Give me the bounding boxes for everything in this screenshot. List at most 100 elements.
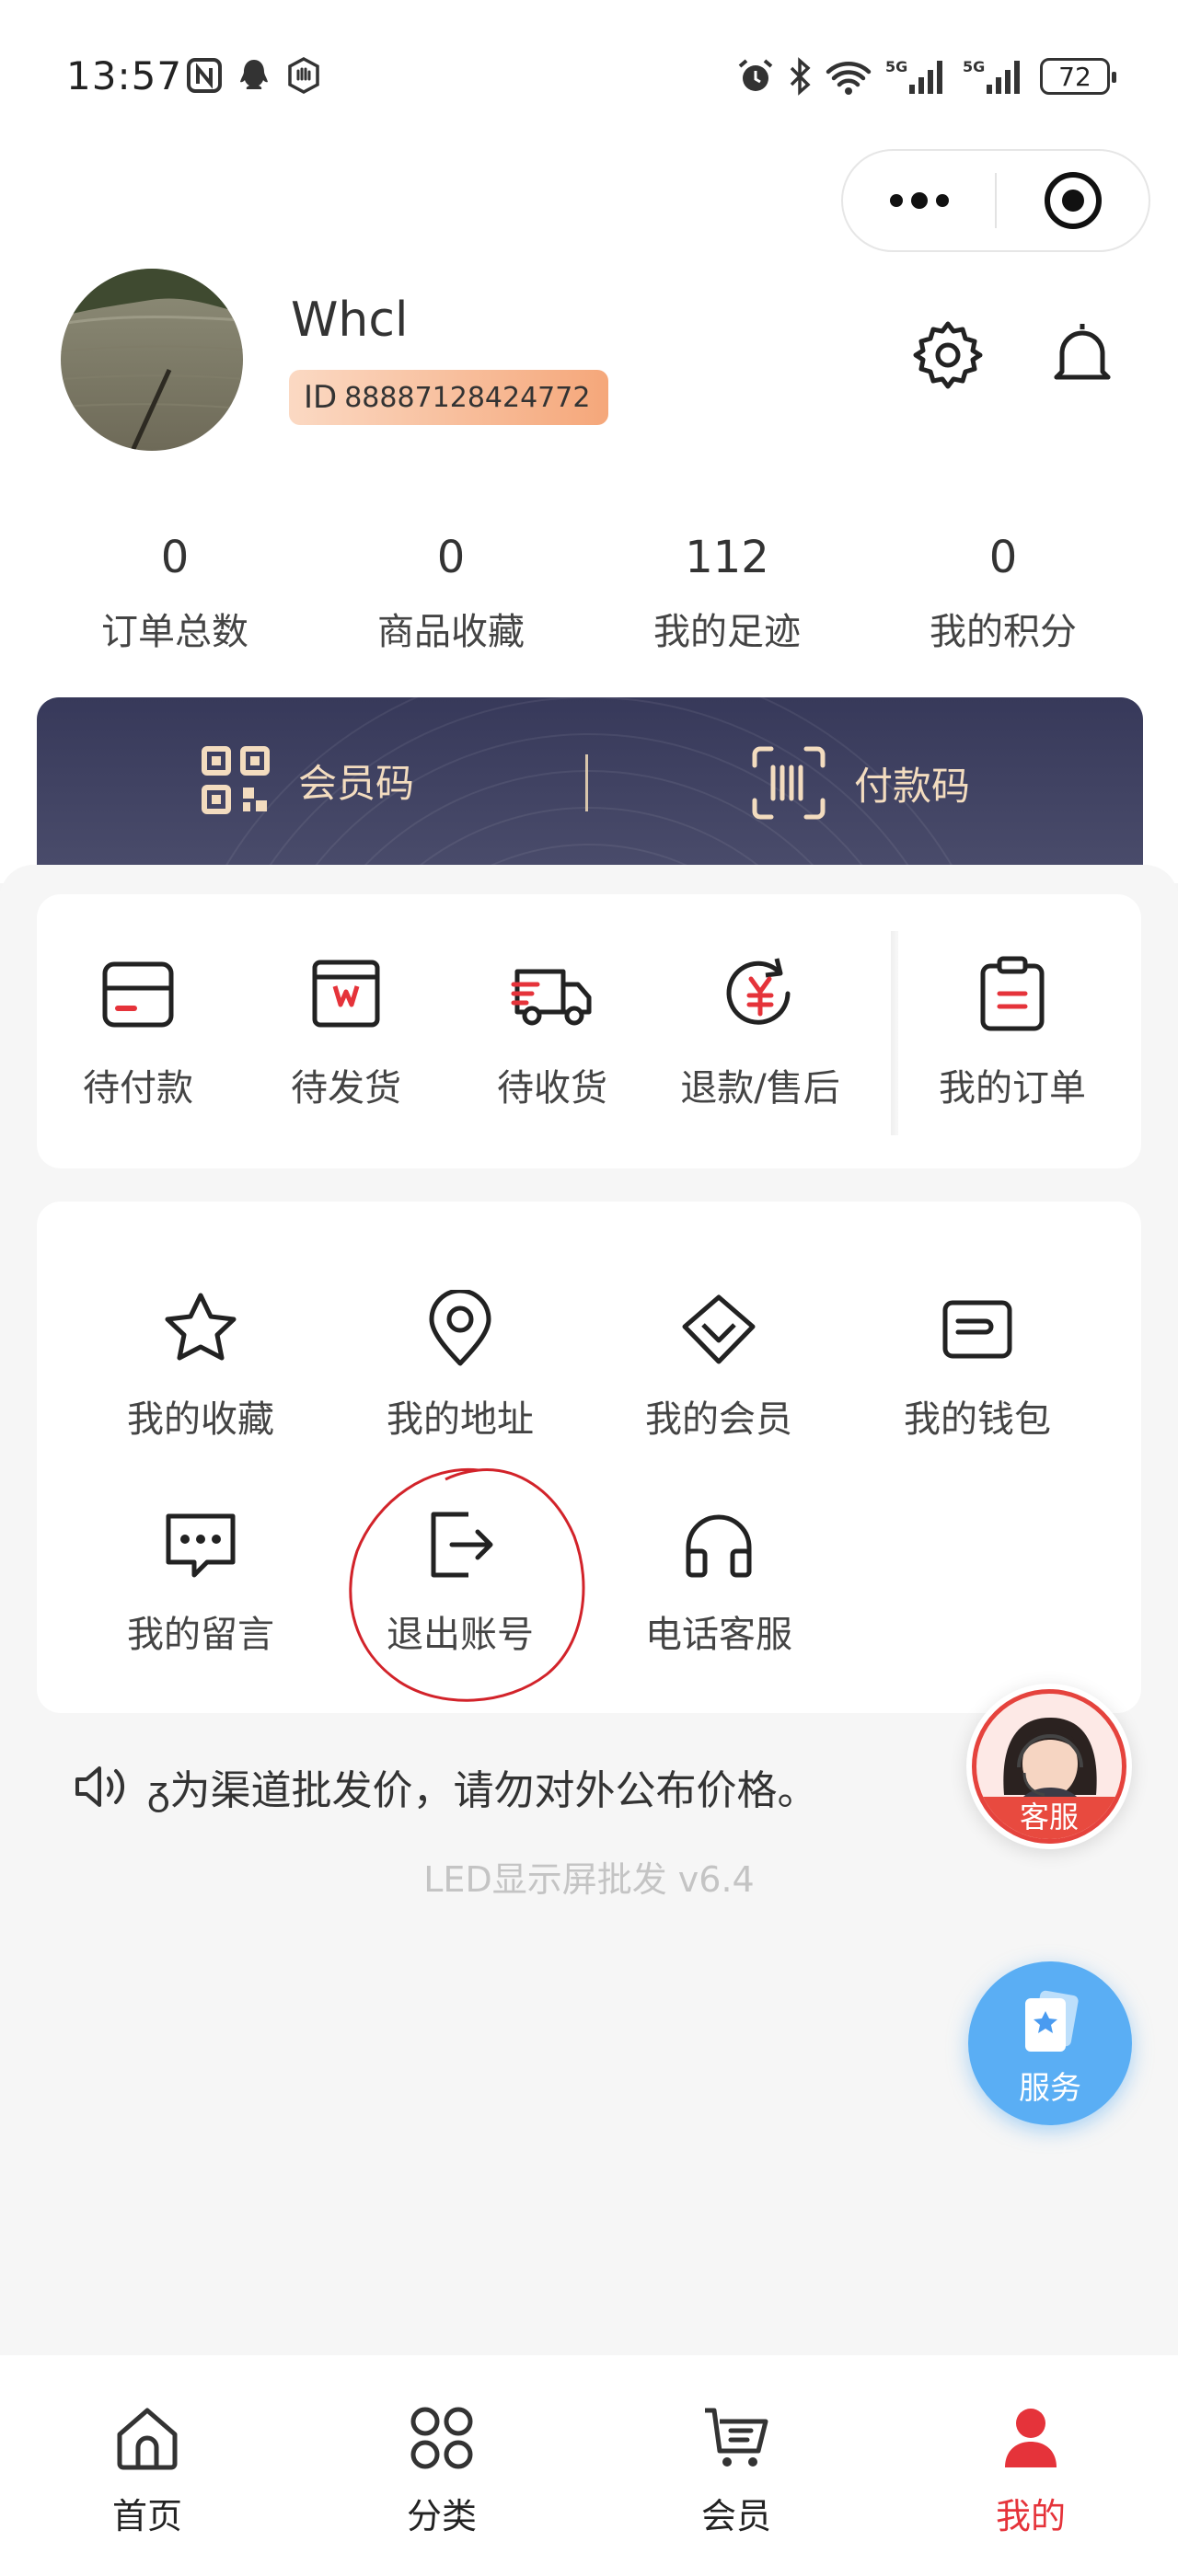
stat-label: 我的足迹 xyxy=(653,611,801,653)
status-bar: 13:57 5G 5G 72 xyxy=(0,0,1178,156)
stat-favorites[interactable]: 0 商品收藏 xyxy=(313,521,589,655)
order-refund-aftersale[interactable]: 退款/售后 xyxy=(659,951,861,1111)
nav-member[interactable]: 会员 xyxy=(644,2403,828,2538)
star-icon xyxy=(165,1293,237,1361)
member-code-label: 会员码 xyxy=(298,760,415,806)
more-dots-icon xyxy=(889,192,949,209)
message-icon xyxy=(166,1513,236,1578)
service-label: 我的地址 xyxy=(387,1398,534,1441)
svg-text:5G: 5G xyxy=(963,58,985,75)
app-version: LED显示屏批发 v6.4 xyxy=(423,1859,755,1900)
annotation-circle xyxy=(349,1467,585,1702)
svg-text:5G: 5G xyxy=(885,58,907,75)
bell-icon[interactable] xyxy=(1045,318,1119,392)
pay-code-label: 付款码 xyxy=(854,763,971,809)
stat-value: 0 xyxy=(160,532,190,583)
id-label: ID xyxy=(304,379,338,416)
signal-5g-icon-2: 5G xyxy=(963,58,1020,94)
nav-label: 我的 xyxy=(995,2496,1066,2536)
username: Whcl xyxy=(291,293,409,348)
service-float-label: 服务 xyxy=(1019,2070,1081,2107)
order-label: 我的订单 xyxy=(939,1067,1086,1110)
service-messages[interactable]: 我的留言 xyxy=(90,1505,311,1658)
battery-indicator: 72 xyxy=(1040,58,1116,95)
stat-value: 112 xyxy=(685,532,769,583)
nav-label: 分类 xyxy=(406,2496,477,2536)
service-address[interactable]: 我的地址 xyxy=(350,1290,571,1443)
order-status-card: 待付款 待发货 待收货 退款/售后 我的订单 xyxy=(37,894,1141,1168)
barcode-scan-icon xyxy=(752,746,826,820)
bottom-navigation: 首页 分类 会员 我的 xyxy=(0,2355,1178,2576)
stat-points[interactable]: 0 我的积分 xyxy=(865,521,1141,655)
member-card: 会员码 付款码 xyxy=(37,697,1143,881)
member-card-divider xyxy=(585,754,588,811)
order-label: 待收货 xyxy=(497,1067,607,1110)
status-right-icons: 5G 5G 72 xyxy=(736,57,1116,96)
signal-5g-icon: 5G xyxy=(885,58,942,94)
user-id-badge: ID 88887128424772 xyxy=(289,370,609,425)
nfc-icon xyxy=(187,58,222,93)
stat-value: 0 xyxy=(988,532,1018,583)
grid-icon xyxy=(410,2407,473,2469)
service-phone-support[interactable]: 电话客服 xyxy=(608,1505,829,1658)
stat-label: 我的积分 xyxy=(930,611,1077,653)
avatar[interactable] xyxy=(61,269,243,451)
clipboard-icon xyxy=(980,956,1045,1031)
notice-bar: ᵹ为渠道批发价，请勿对外公布价格。 xyxy=(74,1757,818,1816)
more-menu-button[interactable] xyxy=(843,151,995,250)
service-label: 我的收藏 xyxy=(127,1398,274,1441)
service-label: 我的会员 xyxy=(645,1398,792,1441)
nav-label: 会员 xyxy=(700,2496,771,2536)
speaker-icon xyxy=(75,1766,125,1807)
cart-icon xyxy=(705,2408,768,2467)
user-icon xyxy=(1005,2409,1057,2467)
order-pending-shipment[interactable]: 待发货 xyxy=(245,951,447,1111)
customer-service-label: 客服 xyxy=(976,1797,1122,1839)
stat-label: 订单总数 xyxy=(101,611,248,653)
service-label: 电话客服 xyxy=(645,1614,792,1656)
service-float-button[interactable]: 服务 xyxy=(968,1961,1132,2125)
order-label: 待发货 xyxy=(291,1067,401,1110)
location-pin-icon xyxy=(429,1290,491,1366)
customer-service-float-button[interactable]: 客服 xyxy=(966,1684,1132,1849)
package-box-icon xyxy=(312,960,380,1028)
member-code-button[interactable]: 会员码 xyxy=(201,745,414,815)
pay-code-button[interactable]: 付款码 xyxy=(751,745,970,821)
nav-home[interactable]: 首页 xyxy=(55,2403,239,2538)
service-membership[interactable]: 我的会员 xyxy=(608,1290,829,1443)
truck-icon xyxy=(511,969,592,1026)
wallet-card-icon xyxy=(102,961,174,1028)
hand-shield-icon xyxy=(288,57,319,94)
order-divider xyxy=(891,931,898,1135)
nav-mine[interactable]: 我的 xyxy=(939,2403,1123,2538)
customer-service-avatar: 客服 xyxy=(972,1689,1126,1844)
status-time: 13:57 xyxy=(66,53,183,98)
wifi-icon xyxy=(826,62,872,95)
order-label: 退款/售后 xyxy=(680,1067,840,1110)
my-orders-button[interactable]: 我的订单 xyxy=(911,951,1114,1111)
alarm-icon xyxy=(738,59,773,91)
nav-label: 首页 xyxy=(111,2496,182,2536)
qq-icon xyxy=(240,60,268,89)
order-pending-receipt[interactable]: 待收货 xyxy=(451,951,653,1111)
target-close-icon xyxy=(1044,172,1102,229)
gear-icon[interactable] xyxy=(911,318,985,392)
wallet-icon xyxy=(942,1300,1012,1359)
avatar-image xyxy=(61,269,243,451)
stat-label: 商品收藏 xyxy=(377,611,525,653)
mini-program-capsule xyxy=(841,149,1150,252)
service-label: 我的留言 xyxy=(127,1614,274,1656)
close-mini-program-button[interactable] xyxy=(997,151,1149,250)
refund-yuan-icon xyxy=(726,958,791,1025)
stat-orders-total[interactable]: 0 订单总数 xyxy=(37,521,313,655)
service-favorites[interactable]: 我的收藏 xyxy=(90,1290,311,1443)
order-pending-payment[interactable]: 待付款 xyxy=(37,951,239,1111)
diamond-icon xyxy=(682,1294,756,1364)
home-icon xyxy=(117,2408,178,2470)
status-left-icons xyxy=(186,57,322,94)
service-wallet[interactable]: 我的钱包 xyxy=(867,1290,1088,1443)
id-value: 88887128424772 xyxy=(344,381,591,414)
nav-category[interactable]: 分类 xyxy=(350,2403,534,2538)
stat-value: 0 xyxy=(436,532,466,583)
stat-footprints[interactable]: 112 我的足迹 xyxy=(589,521,865,655)
